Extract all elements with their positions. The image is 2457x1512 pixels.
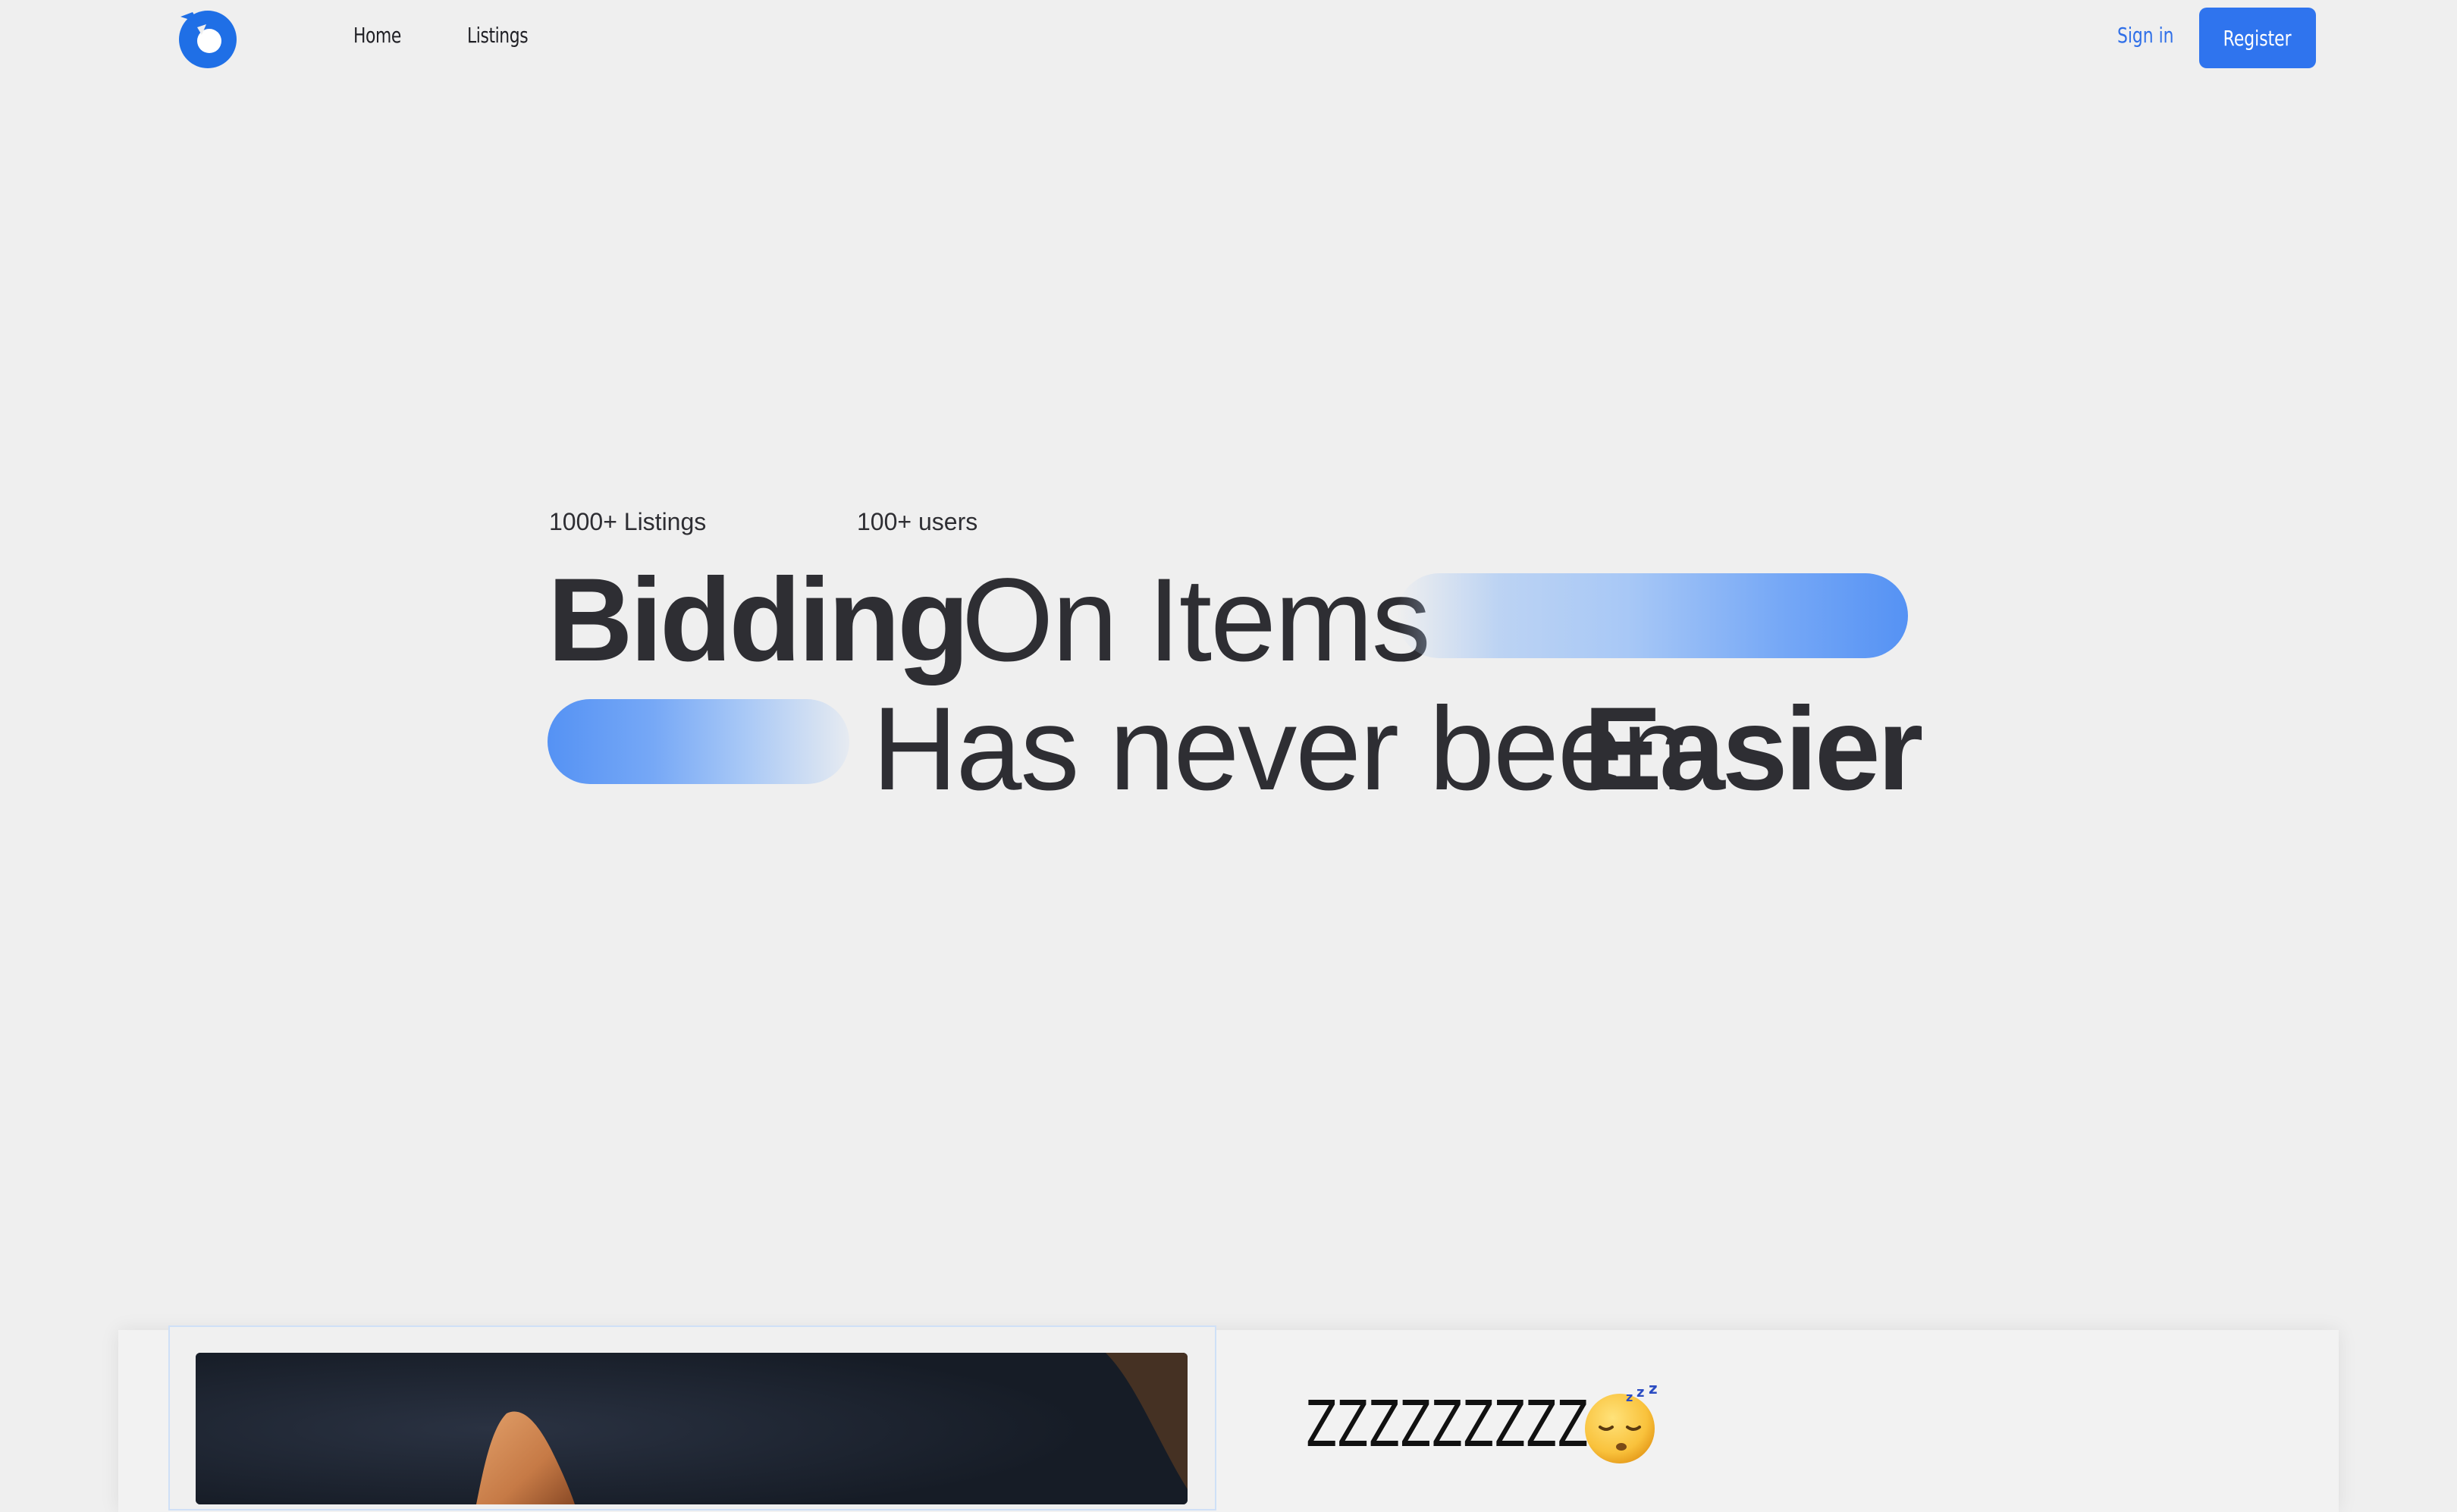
hero-word-easier: Easier [1583, 683, 1923, 815]
svg-text:z: z [1636, 1385, 1644, 1401]
register-button[interactable]: Register [2199, 8, 2316, 68]
hero-gradient-pill-right [1397, 573, 1908, 658]
featured-title: ZZZZZZZZZ [1306, 1387, 1589, 1461]
hero-word-bidding: Bidding [548, 554, 970, 686]
featured-image[interactable] [196, 1353, 1188, 1504]
logo-icon[interactable] [176, 6, 240, 70]
navbar: Home Listings Sign in Register [0, 0, 2457, 76]
nav-listings-link[interactable]: Listings [467, 23, 529, 48]
hero-word-has-never-been: Has never been [872, 683, 1687, 815]
signin-link[interactable]: Sign in [2117, 23, 2173, 48]
register-button-label: Register [2223, 25, 2292, 51]
svg-text:z: z [1626, 1390, 1633, 1404]
nav-home-link[interactable]: Home [353, 23, 401, 48]
svg-text:z: z [1649, 1385, 1658, 1398]
hero-word-on-items: On Items [962, 554, 1431, 686]
hero-gradient-pill-left [548, 699, 849, 784]
stat-users: 100+ users [857, 508, 978, 535]
stat-listings: 1000+ Listings [549, 508, 707, 535]
sleeping-face-icon: z z z [1585, 1385, 1658, 1463]
